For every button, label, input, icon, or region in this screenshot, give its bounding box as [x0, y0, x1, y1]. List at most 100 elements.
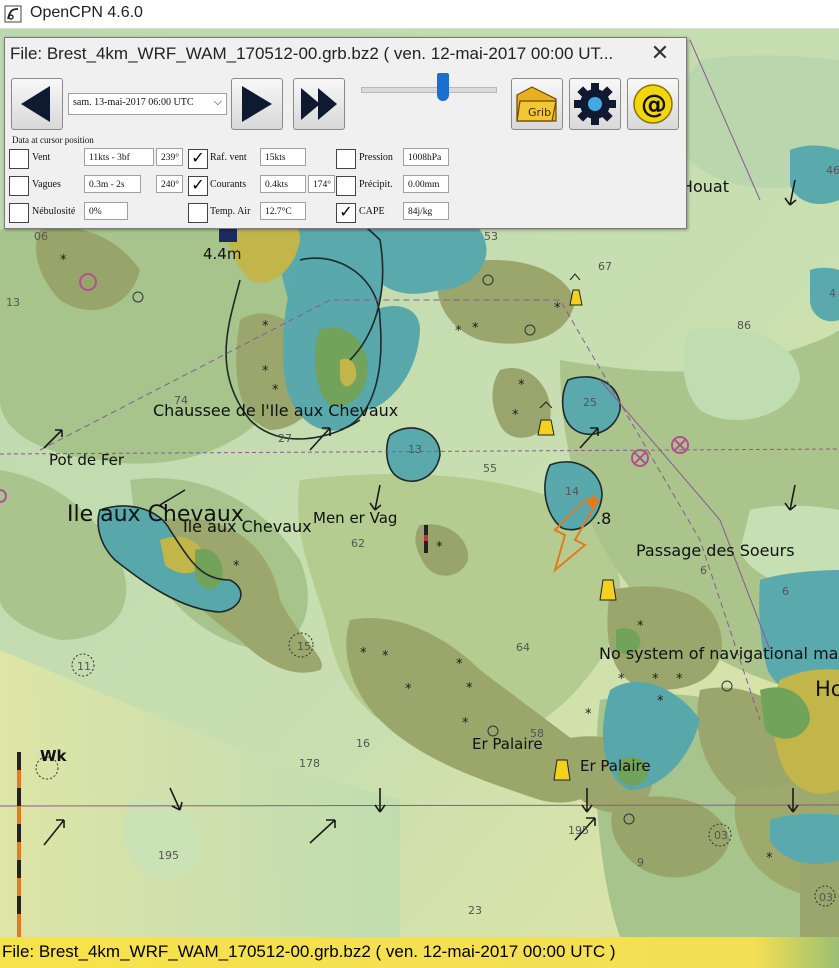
vagues-checkbox[interactable] [9, 176, 29, 196]
window-title: OpenCPN 4.6.0 [30, 4, 143, 21]
raf-vent-value: 15kts [260, 148, 306, 166]
vent-checkbox[interactable] [9, 149, 29, 169]
depth-sounding: 58 [530, 727, 544, 740]
cape-value: 84j/kg [403, 202, 449, 220]
label-chaussee: Chaussee de l'Ile aux Chevaux [153, 401, 399, 420]
label-tide-height: 4.4m [203, 245, 242, 263]
pression-checkbox[interactable] [336, 149, 356, 169]
depth-sounding: 23 [468, 904, 482, 917]
fast-forward-icon [301, 88, 337, 120]
depth-sounding: 13 [408, 443, 422, 456]
label-er-palaire-2: Er Palaire [580, 757, 651, 775]
timeline-slider-thumb[interactable] [436, 73, 449, 101]
depth-sounding: 74 [174, 394, 188, 407]
label-ile-aux-chevaux-small: Ile aux Chevaux [183, 517, 312, 536]
depth-sounding: 06 [34, 230, 48, 243]
svg-text:*: * [676, 672, 683, 687]
settings-button[interactable] [569, 78, 621, 130]
nebulosite-checkbox[interactable] [9, 203, 29, 223]
svg-text:*: * [652, 672, 659, 687]
previous-arrow-icon [21, 86, 50, 122]
vagues-label: Vagues [32, 179, 61, 190]
grib-dialog[interactable]: File: Brest_4km_WRF_WAM_170512-00.grb.bz… [4, 37, 687, 229]
cape-checkbox[interactable]: ✓ [336, 203, 356, 223]
precipit-value: 0.00mm [403, 175, 449, 193]
timeline-slider-track[interactable] [361, 87, 497, 93]
label-passage-des-soeurs: Passage des Soeurs [636, 541, 795, 560]
at-icon-text: @ [641, 90, 667, 120]
svg-text:*: * [554, 301, 561, 316]
label-ho: Ho [815, 677, 839, 701]
raf-vent-checkbox[interactable]: ✓ [188, 149, 208, 169]
precipit-checkbox[interactable] [336, 176, 356, 196]
vagues-value: 0.3m - 2s [84, 175, 141, 193]
grib-icon-text: Grib [528, 106, 551, 119]
temp-air-checkbox[interactable] [188, 203, 208, 223]
depth-sounding: 6 [782, 585, 789, 598]
previous-record-button[interactable] [11, 78, 63, 130]
label-men-er-vag: Men er Vag [313, 509, 398, 527]
close-button[interactable]: ✕ [648, 42, 672, 66]
svg-text:*: * [512, 408, 519, 423]
depth-sounding: 27 [278, 432, 292, 445]
next-record-button[interactable] [231, 78, 283, 130]
courants-direction: 174° [308, 175, 335, 193]
vent-label: Vent [32, 152, 51, 163]
gear-icon [574, 83, 616, 125]
depth-sounding: 03 [714, 829, 728, 842]
svg-text:*: * [585, 707, 592, 722]
now-button[interactable] [293, 78, 345, 130]
svg-text:*: * [456, 657, 463, 672]
svg-text:*: * [455, 324, 462, 339]
svg-text:*: * [262, 319, 269, 334]
depth-sounding: 13 [6, 296, 20, 309]
svg-text:*: * [382, 649, 389, 664]
svg-text:*: * [766, 851, 773, 866]
depth-sounding: 4 [829, 287, 836, 300]
grib-dialog-title: File: Brest_4km_WRF_WAM_170512-00.grb.bz… [10, 44, 614, 63]
depth-sounding: 9 [637, 856, 644, 869]
svg-text:*: * [405, 682, 412, 697]
depth-sounding: 14 [565, 485, 579, 498]
raf-vent-label: Raf. vent [210, 152, 247, 163]
label-pot-de-fer: Pot de Fer [49, 451, 125, 469]
depth-sounding: 25 [583, 396, 597, 409]
svg-text:*: * [436, 540, 443, 555]
label-no-system-navigational: No system of navigational ma [599, 644, 839, 663]
svg-text:*: * [360, 646, 367, 661]
svg-text:*: * [518, 378, 525, 393]
svg-text:*: * [618, 672, 625, 687]
courants-checkbox[interactable]: ✓ [188, 176, 208, 196]
chevron-down-icon: ⌵ [213, 96, 222, 108]
cape-label: CAPE [359, 206, 385, 217]
svg-text:*: * [462, 716, 469, 731]
status-text: File: Brest_4km_WRF_WAM_170512-00.grb.bz… [2, 942, 616, 961]
depth-sounding: 53 [484, 230, 498, 243]
time-select[interactable]: sam. 13-mai-2017 06:00 UTC ⌵ [68, 93, 227, 115]
temp-air-value: 12.7°C [260, 202, 306, 220]
nebulosite-value: 0% [84, 202, 128, 220]
time-select-value: sam. 13-mai-2017 06:00 UTC [73, 97, 194, 108]
depth-sounding: 46 [826, 164, 839, 177]
depth-sounding: 195 [568, 824, 589, 837]
request-data-button[interactable]: @ [627, 78, 679, 130]
svg-text:*: * [637, 619, 644, 634]
depth-sounding: 16 [356, 737, 370, 750]
depth-sounding: 178 [299, 757, 320, 770]
status-bar: File: Brest_4km_WRF_WAM_170512-00.grb.bz… [0, 937, 839, 968]
precipit-label: Précipit. [359, 179, 393, 190]
depth-sounding: 62 [351, 537, 365, 550]
depth-sounding: 64 [516, 641, 530, 654]
depth-sounding: 55 [483, 462, 497, 475]
depth-sounding: 86 [737, 319, 751, 332]
vent-value: 11kts - 3bf [84, 148, 154, 166]
open-grib-file-button[interactable]: Grib [511, 78, 563, 130]
depth-sounding: 6 [700, 564, 707, 577]
vent-direction: 239° [156, 148, 183, 166]
svg-text:*: * [472, 321, 479, 336]
svg-text:*: * [262, 364, 269, 379]
svg-text:*: * [657, 694, 664, 709]
opencpn-app-icon [4, 5, 22, 23]
pression-value: 1008hPa [403, 148, 449, 166]
courants-label: Courants [210, 179, 247, 190]
